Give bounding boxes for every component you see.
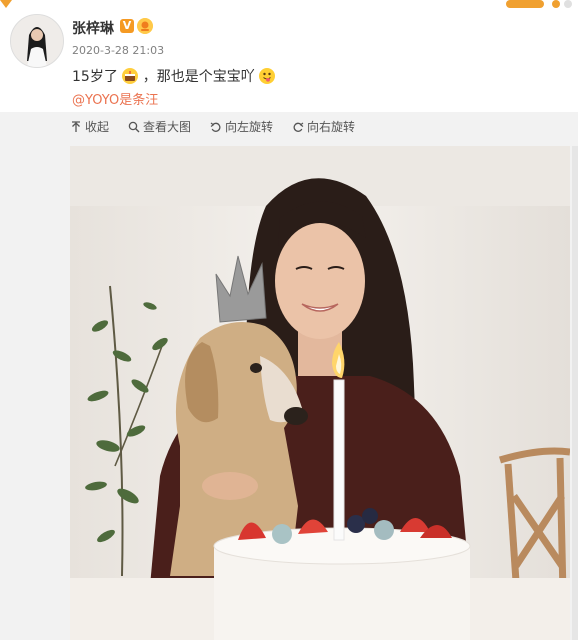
fan-badge-icon	[137, 18, 153, 34]
mention-link[interactable]: @YOYO是条汪	[72, 89, 158, 108]
avatar[interactable]	[10, 14, 64, 68]
content-text-1: 15岁了	[72, 69, 118, 85]
avatar-portrait-icon	[11, 15, 63, 67]
collapse-button[interactable]: 收起	[70, 118, 109, 135]
content-text-2: ，那也是个宝宝吖	[142, 69, 255, 85]
view-large-label: 查看大图	[143, 120, 192, 134]
rotate-left-button[interactable]: 向左旋转	[210, 118, 273, 135]
rotate-left-icon	[210, 122, 221, 132]
zoom-icon	[128, 121, 140, 133]
verified-icon: V	[120, 19, 134, 33]
post-content: 15岁了 ，那也是个宝宝吖	[72, 66, 276, 86]
post-photo[interactable]	[70, 146, 570, 640]
post-date[interactable]: 2020-3-28 21:03	[72, 44, 164, 57]
header-decoration-icon	[506, 0, 572, 8]
collapse-icon	[72, 121, 80, 132]
tongue-face-emoji-icon	[259, 68, 276, 84]
rotate-right-label: 向右旋转	[307, 120, 356, 134]
rotate-left-label: 向左旋转	[225, 120, 274, 134]
collapse-label: 收起	[85, 120, 110, 134]
view-large-button[interactable]: 查看大图	[128, 118, 191, 135]
rotate-right-icon	[293, 122, 304, 132]
rotate-right-button[interactable]: 向右旋转	[292, 118, 355, 135]
corner-decoration-icon	[0, 0, 12, 8]
author-name[interactable]: 张梓琳	[72, 18, 114, 38]
scrollbar[interactable]	[572, 146, 578, 640]
birthday-photo-illustration	[70, 146, 570, 640]
weibo-post-card: 张梓琳 V 2020-3-28 21:03 15岁了 ，那也是个宝宝吖 @YOY…	[0, 0, 578, 112]
cake-emoji-icon	[122, 68, 139, 84]
